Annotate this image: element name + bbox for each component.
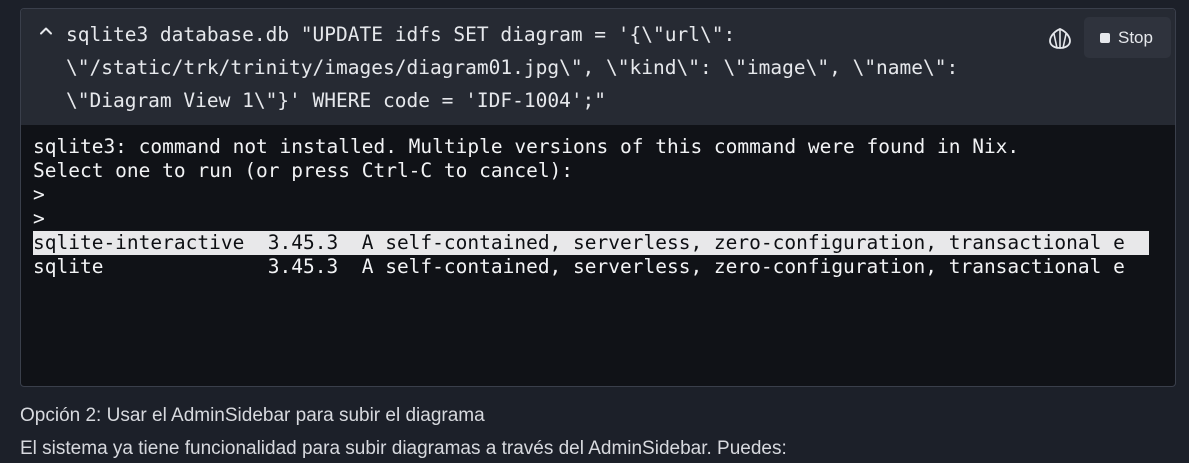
command-header[interactable]: sqlite3 database.db "UPDATE idfs SET dia… bbox=[21, 9, 1175, 125]
shell-panel: sqlite3 database.db "UPDATE idfs SET dia… bbox=[20, 8, 1176, 387]
command-text: sqlite3 database.db "UPDATE idfs SET dia… bbox=[66, 18, 1046, 117]
terminal-output[interactable]: sqlite3: command not installed. Multiple… bbox=[33, 135, 1175, 279]
shell-icon bbox=[1049, 28, 1071, 49]
message-heading: Opción 2: Usar el AdminSidebar para subi… bbox=[20, 405, 485, 426]
terminal-line: > bbox=[33, 183, 45, 206]
terminal-line: > bbox=[33, 207, 45, 230]
command-line: \"/static/trk/trinity/images/diagram01.j… bbox=[66, 56, 959, 79]
command-line: \"Diagram View 1\"}' WHERE code = 'IDF-1… bbox=[66, 89, 607, 112]
message-paragraph: El sistema ya tiene funcionalidad para s… bbox=[20, 438, 787, 459]
terminal-line[interactable]: sqlite 3.45.3 A self-contained, serverle… bbox=[33, 255, 1175, 279]
terminal-line-selected[interactable]: sqlite-interactive 3.45.3 A self-contain… bbox=[33, 231, 1149, 255]
stop-label: Stop bbox=[1118, 27, 1153, 47]
terminal-line: Select one to run (or press Ctrl-C to ca… bbox=[33, 159, 574, 182]
stop-icon bbox=[1100, 32, 1110, 43]
command-line: sqlite3 database.db "UPDATE idfs SET dia… bbox=[66, 23, 736, 46]
stop-button[interactable]: Stop bbox=[1084, 17, 1171, 58]
terminal-line: sqlite3: command not installed. Multiple… bbox=[33, 135, 1020, 158]
chevron-up-icon[interactable] bbox=[38, 23, 54, 39]
